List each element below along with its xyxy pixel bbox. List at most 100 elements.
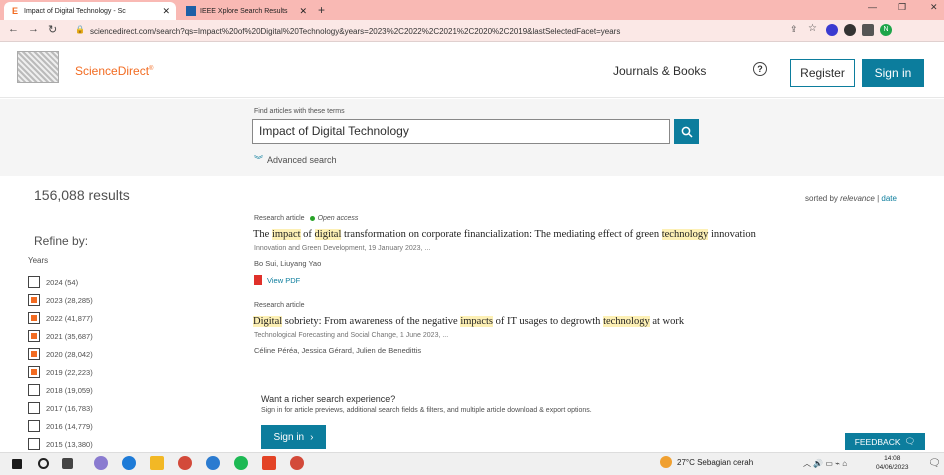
- back-icon[interactable]: ←: [8, 23, 19, 35]
- app-icon[interactable]: [206, 456, 220, 470]
- profile-avatar[interactable]: N: [880, 24, 892, 36]
- promo-subtitle: Sign in for article previews, additional…: [261, 407, 592, 414]
- sort-options: sorted by relevance | date: [805, 194, 897, 203]
- ieee-favicon-icon: [186, 6, 196, 16]
- sort-relevance[interactable]: relevance: [840, 194, 875, 203]
- year-facet-item[interactable]: 2021 (35,687): [28, 329, 93, 343]
- chrome-icon[interactable]: [178, 456, 192, 470]
- file-explorer-icon[interactable]: [150, 456, 164, 470]
- start-icon[interactable]: [12, 459, 22, 469]
- year-checkbox[interactable]: [28, 276, 40, 288]
- notification-icon[interactable]: 🗨: [928, 458, 941, 469]
- clock[interactable]: 14:08 04/06/2023: [876, 454, 909, 472]
- search-term-highlight: technology: [661, 229, 709, 240]
- chrome-profile-icon[interactable]: [290, 456, 304, 470]
- register-button[interactable]: Register: [790, 59, 855, 87]
- year-checkbox[interactable]: [28, 330, 40, 342]
- year-facet-item[interactable]: 2024 (54): [28, 275, 78, 289]
- sidepanel-icon[interactable]: [862, 24, 874, 36]
- year-facet-item[interactable]: 2015 (13,380): [28, 437, 93, 451]
- search-term-highlight: impacts: [460, 316, 494, 327]
- year-checkbox[interactable]: [28, 384, 40, 396]
- year-checkbox[interactable]: [28, 402, 40, 414]
- restore-icon[interactable]: ❐: [898, 2, 906, 13]
- help-icon[interactable]: ?: [753, 62, 767, 76]
- task-view-icon[interactable]: [62, 458, 73, 469]
- journals-books-link[interactable]: Journals & Books: [613, 64, 706, 78]
- year-facet-item[interactable]: 2019 (22,223): [28, 365, 93, 379]
- result-count: 156,088 results: [34, 187, 130, 203]
- close-tab-icon[interactable]: ✕: [162, 6, 170, 17]
- spotify-icon[interactable]: [234, 456, 248, 470]
- year-facet-label: 2022 (41,877): [46, 313, 93, 323]
- year-checkbox[interactable]: [28, 348, 40, 360]
- year-facet-label: 2024 (54): [46, 277, 79, 287]
- edge-icon[interactable]: [122, 456, 136, 470]
- forward-icon[interactable]: →: [28, 23, 39, 35]
- bookmark-star-icon[interactable]: ☆: [808, 23, 817, 34]
- chat-bubble-icon: 🗨: [904, 436, 916, 446]
- year-facet-label: 2018 (19,059): [46, 385, 93, 395]
- minimize-icon[interactable]: —: [868, 2, 877, 12]
- result-authors: Céline Péréa, Jessica Gérard, Julien de …: [254, 346, 422, 355]
- result-title-link[interactable]: Digital sobriety: From awareness of the …: [253, 316, 684, 327]
- open-access-dot-icon: [309, 215, 315, 221]
- search-taskbar-icon[interactable]: [38, 458, 49, 469]
- year-checkbox[interactable]: [28, 294, 40, 306]
- search-icon: [681, 126, 693, 138]
- promo-signin-button[interactable]: Sign in ›: [261, 425, 326, 449]
- close-tab-icon[interactable]: ✕: [299, 6, 307, 17]
- year-facet-item[interactable]: 2018 (19,059): [28, 383, 93, 397]
- search-button[interactable]: [674, 119, 699, 144]
- lock-icon: 🔒: [75, 25, 85, 34]
- year-facet-label: 2016 (14,779): [46, 421, 93, 431]
- signin-button[interactable]: Sign in: [862, 59, 924, 87]
- system-tray[interactable]: ︿ 🔊 ▭ ⌁ ⌂: [803, 458, 847, 469]
- sort-date-link[interactable]: date: [881, 194, 897, 203]
- elsevier-logo[interactable]: [17, 51, 59, 83]
- search-term-highlight: Digital: [253, 316, 283, 327]
- year-checkbox[interactable]: [28, 438, 40, 450]
- year-facet-item[interactable]: 2016 (14,779): [28, 419, 93, 433]
- view-pdf-link[interactable]: View PDF: [254, 275, 300, 285]
- year-checkbox[interactable]: [28, 420, 40, 432]
- sciencedirect-brand[interactable]: ScienceDirect®: [75, 64, 153, 78]
- title-text: at work: [649, 316, 685, 327]
- new-tab-button[interactable]: +: [318, 3, 325, 17]
- tab-title: Impact of Digital Technology - Sc: [24, 7, 126, 15]
- app-icon[interactable]: [94, 456, 108, 470]
- search-term-highlight: technology: [603, 316, 650, 327]
- office-icon[interactable]: [262, 456, 276, 470]
- search-input[interactable]: Impact of Digital Technology: [252, 119, 670, 144]
- tab-ieee-xplore[interactable]: IEEE Xplore Search Results ✕: [180, 2, 313, 20]
- result-source: Innovation and Green Development, 19 Jan…: [254, 245, 431, 252]
- advanced-search-link[interactable]: ︾ Advanced search: [254, 153, 337, 166]
- url-field[interactable]: sciencedirect.com/search?qs=Impact%20of%…: [90, 24, 780, 39]
- title-text: innovation: [708, 229, 756, 240]
- title-text: transformation on corporate financializa…: [341, 229, 662, 240]
- year-facet-label: 2015 (13,380): [46, 439, 93, 449]
- pdf-icon: [254, 275, 262, 285]
- year-facet-item[interactable]: 2017 (16,783): [28, 401, 93, 415]
- year-checkbox[interactable]: [28, 366, 40, 378]
- year-checkbox[interactable]: [28, 312, 40, 324]
- year-facet-label: 2021 (35,687): [46, 331, 93, 341]
- tab-sciencedirect[interactable]: E Impact of Digital Technology - Sc ✕: [4, 2, 176, 20]
- weather-widget[interactable]: 27°C Sebagian cerah: [660, 456, 753, 468]
- year-facet-item[interactable]: 2022 (41,877): [28, 311, 93, 325]
- year-facet-item[interactable]: 2023 (28,285): [28, 293, 93, 307]
- result-type: Research article Open access: [254, 215, 359, 222]
- result-authors: Bo Sui, Liuyang Yao: [254, 259, 322, 268]
- reload-icon[interactable]: ↻: [48, 23, 57, 36]
- feedback-button[interactable]: FEEDBACK 🗨: [845, 433, 925, 450]
- extension-icon[interactable]: [826, 24, 838, 36]
- year-facet-item[interactable]: 2020 (28,042): [28, 347, 93, 361]
- title-text: of IT usages to degrowth: [493, 316, 604, 327]
- title-text: sobriety: From awareness of the negative: [282, 316, 461, 327]
- promo-title: Want a richer search experience?: [261, 394, 396, 404]
- result-title-link[interactable]: The impact of digital transformation on …: [253, 229, 756, 240]
- result-type: Research article: [254, 302, 305, 309]
- extensions-puzzle-icon[interactable]: [844, 24, 856, 36]
- close-window-icon[interactable]: ✕: [930, 2, 938, 13]
- share-icon[interactable]: ⇪: [790, 24, 798, 35]
